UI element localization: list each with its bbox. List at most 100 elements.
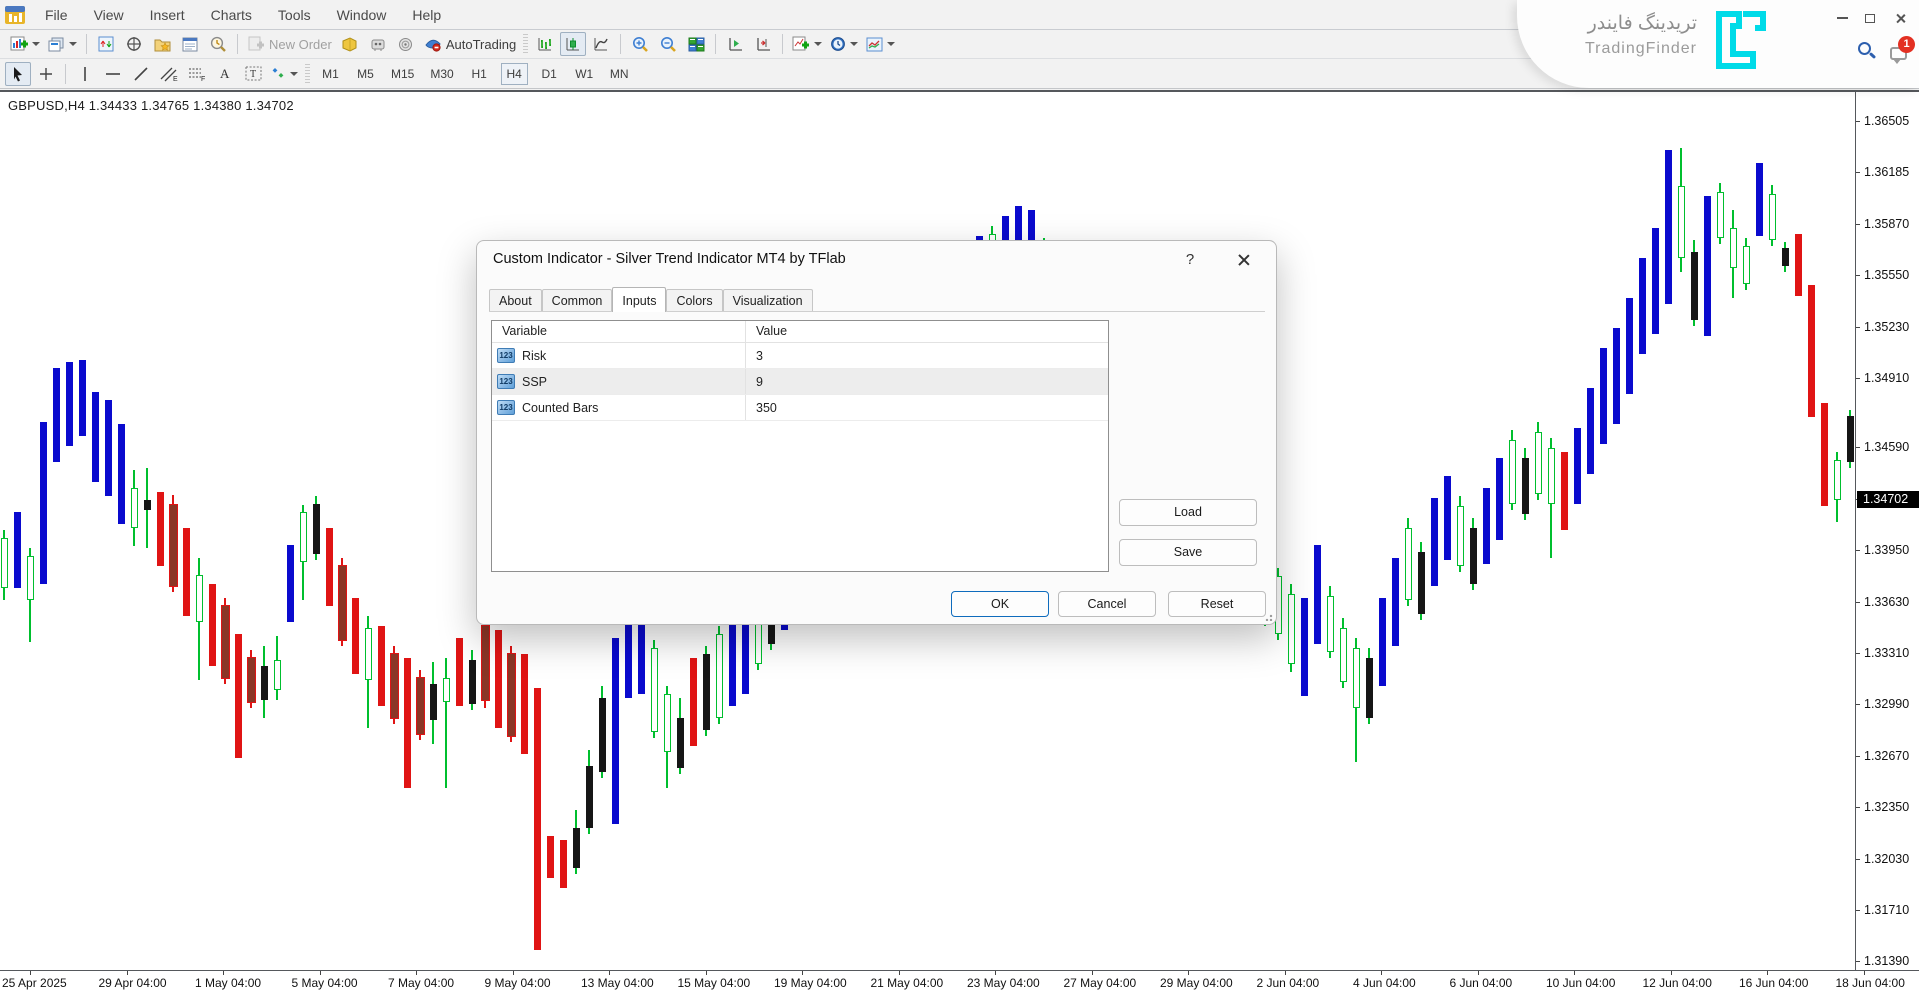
timeframe-m1[interactable]: M1 [317,63,344,85]
price-tick [1856,172,1860,173]
indicator-dialog: Custom Indicator - Silver Trend Indicato… [476,240,1277,625]
horizontal-line-button[interactable] [100,62,126,86]
metaeditor-button[interactable] [337,32,363,56]
minimize-button[interactable] [1829,8,1855,28]
timeframe-d1[interactable]: D1 [536,63,563,85]
parameter-value[interactable]: 9 [746,375,1108,389]
toolbar-separator [237,34,238,54]
timeframe-mn[interactable]: MN [606,63,633,85]
arrows-button[interactable] [268,62,301,86]
chevron-down-icon[interactable] [290,72,298,76]
table-row-ssp[interactable]: 123SSP9 [492,369,1108,395]
timeframe-m30[interactable]: M30 [426,63,457,85]
table-header-row: Variable Value [492,321,1108,343]
text-button[interactable]: A [212,62,238,86]
auto-scroll-button[interactable] [722,32,748,56]
close-dialog-button[interactable] [1229,248,1259,272]
price-label: 1.34590 [1864,440,1909,454]
chevron-down-icon[interactable] [814,42,822,46]
current-price-flag: 1.34702 [1857,491,1919,508]
text-label-button[interactable]: T [240,62,266,86]
candlestick-button[interactable] [560,32,586,56]
candle [352,598,359,674]
variable-column-header[interactable]: Variable [492,321,746,342]
templates-button[interactable] [863,32,898,56]
data-window-button[interactable] [121,32,147,56]
timeframe-h1[interactable]: H1 [466,63,493,85]
tab-about[interactable]: About [489,289,542,312]
tab-common[interactable]: Common [542,289,613,312]
timeframe-m5[interactable]: M5 [352,63,379,85]
bar-chart-button[interactable] [532,32,558,56]
price-tick [1856,653,1860,654]
tab-inputs[interactable]: Inputs [612,287,666,312]
timeframe-h4[interactable]: H4 [501,63,528,85]
save-button[interactable]: Save [1119,539,1257,566]
equidistant-channel-button[interactable]: E [156,62,182,86]
line-chart-button[interactable] [588,32,614,56]
time-label: 9 May 04:00 [485,976,551,990]
ok-button[interactable]: OK [951,591,1049,617]
profiles-button[interactable] [45,32,80,56]
tab-visualization[interactable]: Visualization [723,289,813,312]
timeframe-w1[interactable]: W1 [571,63,598,85]
tab-colors[interactable]: Colors [666,289,722,312]
menu-item-help[interactable]: Help [399,0,454,30]
timeframe-m15[interactable]: M15 [387,63,418,85]
close-window-button[interactable] [1887,8,1913,28]
search-icon[interactable] [1858,42,1871,55]
time-tick [1478,971,1479,975]
menu-item-tools[interactable]: Tools [265,0,324,30]
parameter-value[interactable]: 3 [746,349,1108,363]
tradingfinder-title-en: TradingFinder [1527,40,1697,58]
menu-item-insert[interactable]: Insert [137,0,198,30]
chevron-down-icon[interactable] [850,42,858,46]
vertical-line-button[interactable] [72,62,98,86]
periods-button[interactable] [827,32,861,56]
time-axis[interactable]: 25 Apr 202529 Apr 04:001 May 04:005 May … [0,970,1919,996]
trendline-button[interactable] [128,62,154,86]
zoom-in-button[interactable] [627,32,653,56]
help-button[interactable]: ? [1177,248,1203,272]
chevron-down-icon[interactable] [887,42,895,46]
new-chart-button[interactable] [7,32,43,56]
price-axis[interactable]: 1.365051.361851.358701.355501.352301.349… [1855,92,1919,970]
candle [664,694,671,752]
candle [495,630,502,728]
tile-windows-button[interactable] [683,32,709,56]
load-button[interactable]: Load [1119,499,1257,526]
market-watch-button[interactable] [93,32,119,56]
profiles-icon [48,37,65,52]
price-label: 1.36505 [1864,114,1909,128]
autotrading-button[interactable]: AutoTrading [421,32,519,56]
restore-button[interactable] [1857,8,1883,28]
chart-shift-button[interactable] [750,32,776,56]
menu-item-window[interactable]: Window [324,0,400,30]
terminal-button[interactable] [177,32,203,56]
news-button[interactable] [393,32,419,56]
menu-item-file[interactable]: File [32,0,81,30]
candle [79,360,86,436]
variable-cell: 123SSP [492,369,746,394]
crosshair-button[interactable] [33,62,59,86]
table-row-risk[interactable]: 123Risk3 [492,343,1108,369]
indicators-button[interactable] [789,32,825,56]
chevron-down-icon[interactable] [69,42,77,46]
reset-button[interactable]: Reset [1168,591,1266,617]
barchart-icon [537,36,553,52]
zoom-out-button[interactable] [655,32,681,56]
parameter-value[interactable]: 350 [746,401,1108,415]
value-column-header[interactable]: Value [746,321,1108,342]
navigator-button[interactable] [149,32,175,56]
resize-grip[interactable] [1265,612,1274,621]
candle [1561,452,1568,530]
strategy-tester-button[interactable] [205,32,231,56]
chevron-down-icon[interactable] [32,42,40,46]
fibonacci-button[interactable]: F [184,62,210,86]
table-row-counted-bars[interactable]: 123Counted Bars350 [492,395,1108,421]
menu-item-view[interactable]: View [81,0,137,30]
menu-item-charts[interactable]: Charts [198,0,265,30]
experts-button[interactable] [365,32,391,56]
cursor-button[interactable] [5,62,31,86]
cancel-button[interactable]: Cancel [1058,591,1156,617]
